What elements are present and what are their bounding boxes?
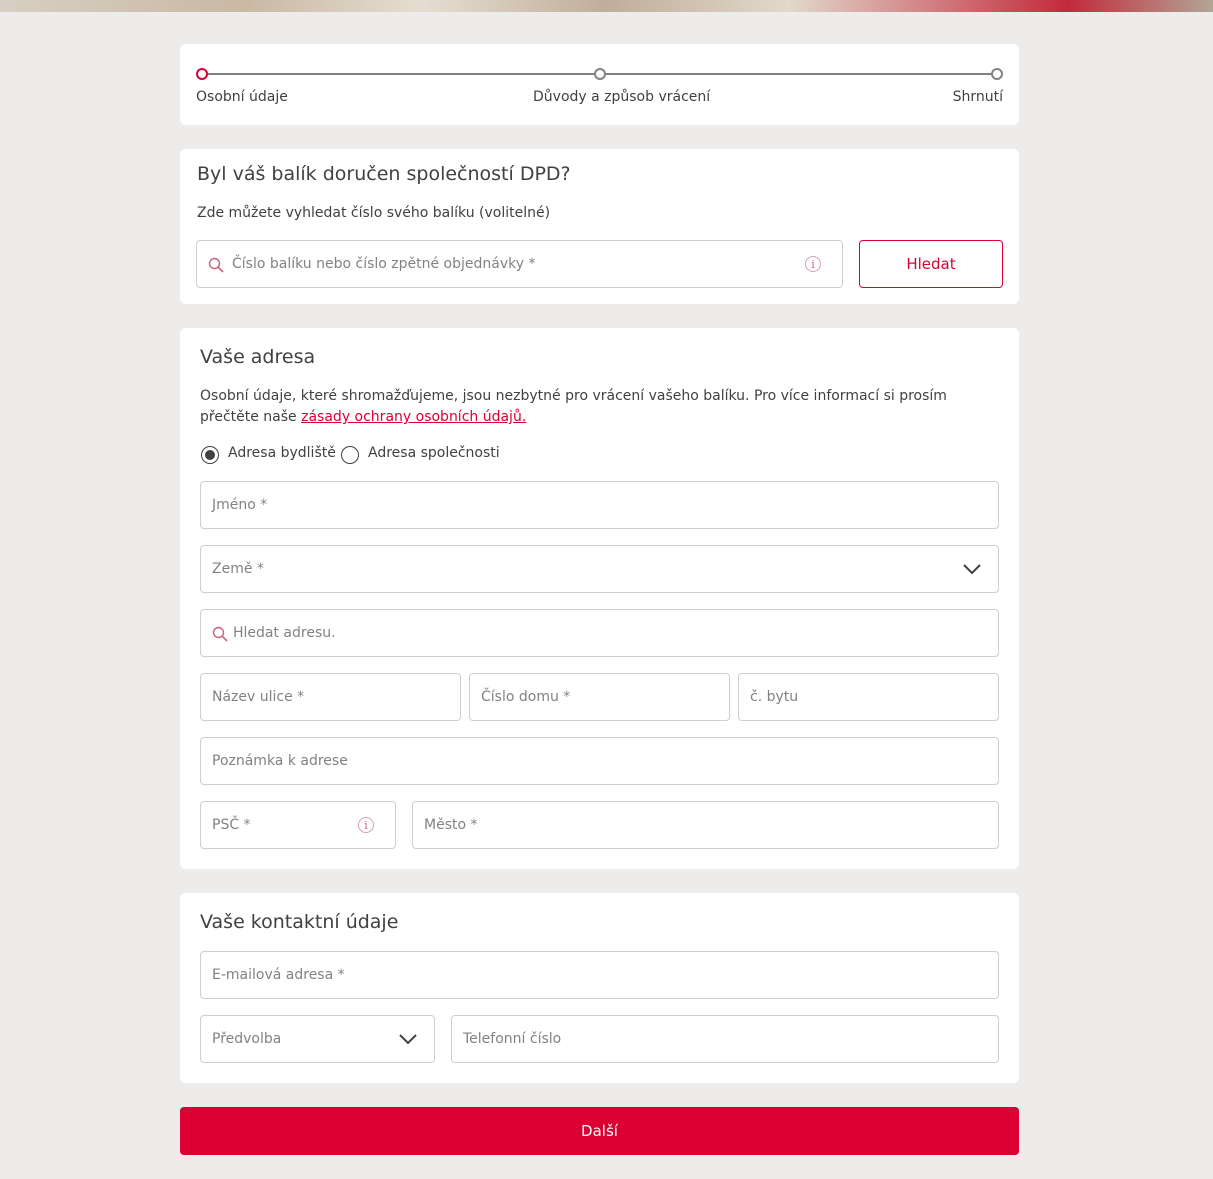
country-placeholder: Země * [212, 561, 264, 577]
name-placeholder: Jméno * [212, 497, 268, 513]
radio-home-address[interactable] [201, 446, 219, 464]
email-placeholder: E-mailová adresa * [212, 967, 345, 983]
flat-number-placeholder: č. bytu [750, 689, 799, 705]
tracking-title: Byl váš balík doručen společností DPD? [197, 163, 571, 185]
step-label-personal: Osobní údaje [196, 89, 288, 105]
step-dot-reasons [594, 68, 606, 80]
house-number-field[interactable]: Číslo domu * [469, 673, 730, 721]
phone-number-placeholder: Telefonní číslo [463, 1031, 562, 1047]
street-field[interactable]: Název ulice * [200, 673, 461, 721]
house-number-placeholder: Číslo domu * [481, 689, 571, 705]
street-placeholder: Název ulice * [212, 689, 305, 705]
info-icon[interactable]: i [805, 256, 821, 272]
phone-number-field[interactable]: Telefonní číslo [451, 1015, 999, 1063]
address-note-field[interactable]: Poznámka k adrese [200, 737, 999, 785]
radio-company-label: Adresa společnosti [368, 445, 500, 461]
zip-field[interactable]: PSČ * i [200, 801, 396, 849]
address-title: Vaše adresa [200, 346, 316, 368]
search-button[interactable]: Hledat [859, 240, 1003, 288]
chevron-down-icon [963, 564, 981, 575]
search-icon [208, 257, 224, 273]
tracking-subtitle: Zde můžete vyhledat číslo svého balíku (… [197, 205, 551, 221]
privacy-policy-link[interactable]: zásady ochrany osobních údajů. [301, 409, 526, 425]
name-field[interactable]: Jméno * [200, 481, 999, 529]
zip-placeholder: PSČ * [212, 817, 251, 833]
step-label-reasons: Důvody a způsob vrácení [533, 89, 711, 105]
radio-home-label: Adresa bydliště [228, 445, 336, 461]
info-icon[interactable]: i [358, 817, 374, 833]
flat-number-field[interactable]: č. bytu [738, 673, 999, 721]
tracking-card: Byl váš balík doručen společností DPD? Z… [180, 149, 1019, 304]
search-icon [212, 626, 228, 642]
contact-title: Vaše kontaktní údaje [200, 911, 399, 933]
contact-card: Vaše kontaktní údaje E-mailová adresa * … [180, 893, 1019, 1083]
email-field[interactable]: E-mailová adresa * [200, 951, 999, 999]
step-dot-summary [991, 68, 1003, 80]
step-dot-personal [196, 68, 208, 80]
step-label-summary: Shrnutí [952, 89, 1003, 105]
chevron-down-icon [399, 1034, 417, 1045]
address-card: Vaše adresa Osobní údaje, které shromažď… [180, 328, 1019, 869]
parcel-search-placeholder: Číslo balíku nebo číslo zpětné objednávk… [232, 256, 536, 272]
progress-stepper: Osobní údaje Důvody a způsob vrácení Shr… [180, 44, 1019, 125]
next-button[interactable]: Další [180, 1107, 1019, 1155]
city-placeholder: Město * [424, 817, 478, 833]
hero-image-strip [0, 0, 1213, 12]
phone-prefix-select[interactable]: Předvolba [200, 1015, 435, 1063]
city-field[interactable]: Město * [412, 801, 999, 849]
address-intro: Osobní údaje, které shromažďujeme, jsou … [200, 386, 1000, 428]
radio-company-address[interactable] [341, 446, 359, 464]
country-select[interactable]: Země * [200, 545, 999, 593]
phone-prefix-placeholder: Předvolba [212, 1031, 282, 1047]
parcel-search-input[interactable]: Číslo balíku nebo číslo zpětné objednávk… [196, 240, 843, 288]
address-search-input[interactable]: Hledat adresu. [200, 609, 999, 657]
address-search-placeholder: Hledat adresu. [233, 625, 336, 641]
address-note-placeholder: Poznámka k adrese [212, 753, 348, 769]
